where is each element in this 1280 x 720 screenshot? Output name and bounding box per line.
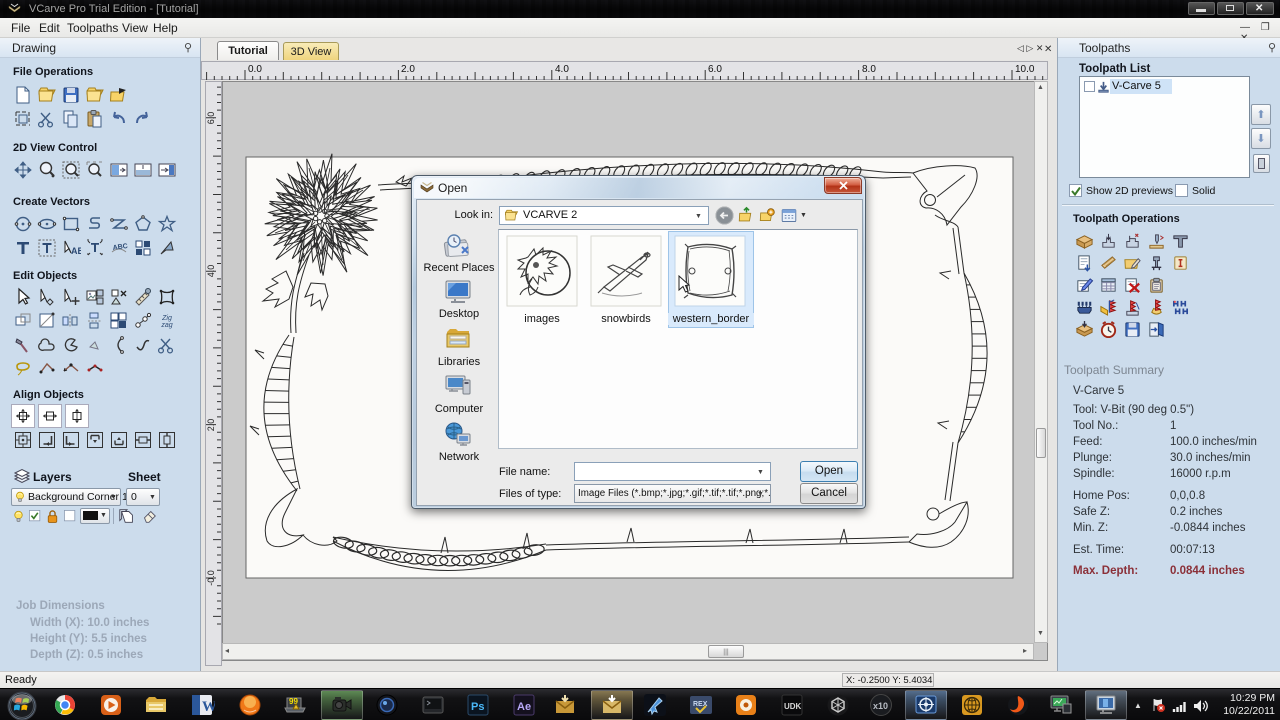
svg-text:4.0: 4.0: [206, 265, 216, 278]
svg-text:99: 99: [289, 697, 298, 706]
svg-text:UDK: UDK: [784, 702, 802, 711]
svg-text:8.0: 8.0: [862, 64, 876, 75]
svg-text:10.0: 10.0: [1015, 64, 1035, 75]
svg-text:x10: x10: [873, 701, 888, 711]
svg-text:Ps: Ps: [471, 701, 484, 713]
svg-text:4.0: 4.0: [555, 64, 569, 75]
svg-text:2.0: 2.0: [401, 64, 415, 75]
svg-text:6.0: 6.0: [708, 64, 722, 75]
svg-text:6.0: 6.0: [206, 112, 216, 125]
svg-text:-0.0: -0.0: [206, 570, 216, 586]
svg-text:2.0: 2.0: [206, 419, 216, 432]
svg-text:0.0: 0.0: [248, 64, 262, 75]
svg-text:W: W: [202, 699, 215, 715]
svg-text:Ae: Ae: [517, 701, 531, 713]
